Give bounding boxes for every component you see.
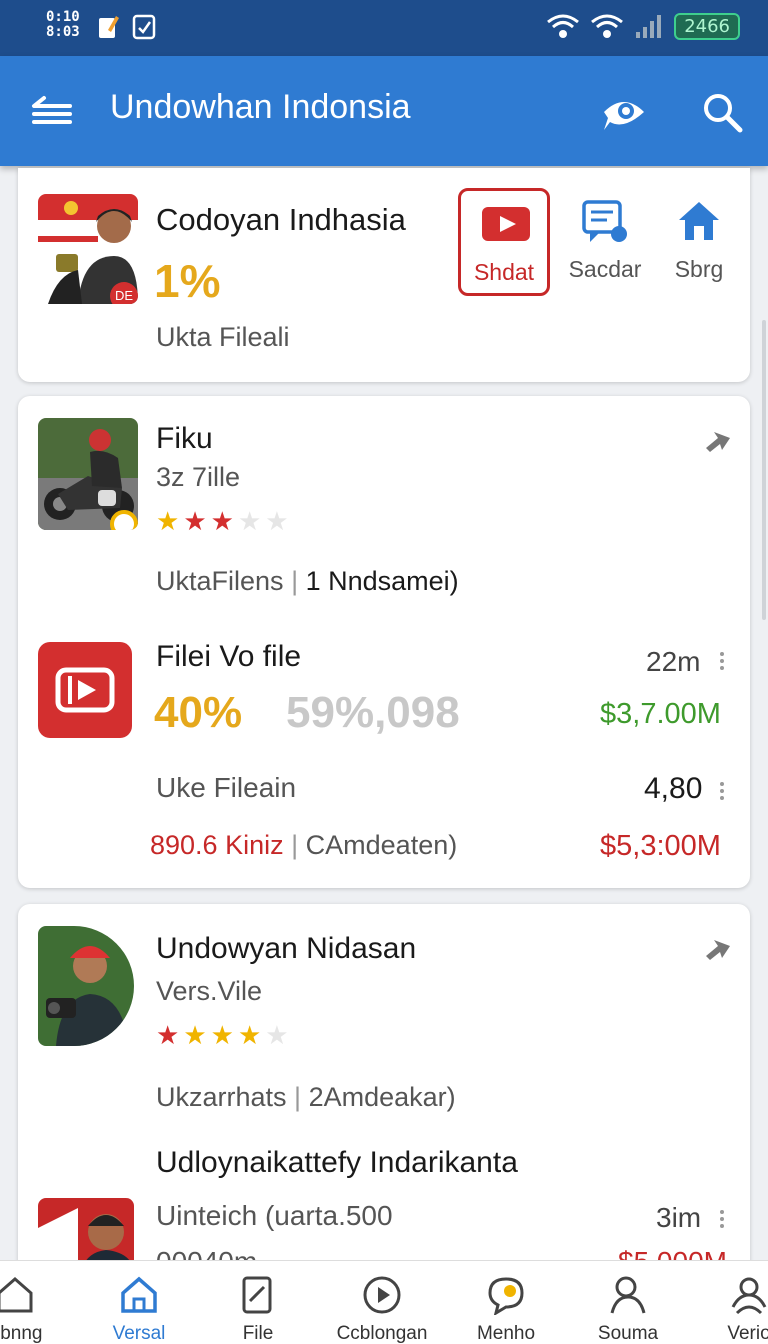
avatar: DE — [38, 194, 138, 304]
more-icon[interactable] — [718, 780, 726, 802]
app-bar: Undowhan Indonsia — [0, 56, 768, 166]
nav-item-file[interactable]: File — [203, 1261, 313, 1344]
sub-avatar — [38, 1198, 134, 1268]
star-icon: ★ — [156, 506, 180, 536]
chat-icon — [582, 200, 627, 242]
meta-left: Ukzarrhats — [156, 1082, 287, 1112]
channel-percent: 1% — [154, 255, 221, 307]
nav-label: Menho — [476, 1323, 536, 1344]
wifi-icon-2 — [591, 14, 624, 38]
nav-label: Souma — [597, 1323, 659, 1344]
nav-item-menho[interactable]: Menho — [451, 1261, 561, 1344]
file-amount: $3,7.00M — [600, 698, 721, 730]
channel-subtitle: Vers.Vile — [156, 976, 263, 1006]
star-rating: ★ ★ ★ ★ ★ — [156, 506, 289, 536]
meta-line: UktaFilens | 1 Nndsamei) — [156, 566, 459, 596]
nav-item-souma[interactable]: Souma — [573, 1261, 683, 1344]
star-icon: ★ — [237, 1020, 262, 1050]
channel-name: Undowyan Nidasan — [156, 932, 417, 965]
channel-name: Codoyan Indhasia — [156, 202, 406, 237]
chat-coin-icon — [488, 1277, 524, 1315]
home-outline-icon — [0, 1277, 33, 1313]
badge: DE — [110, 282, 138, 304]
home-button[interactable]: Sbrg — [660, 188, 738, 296]
home-label: Sbrg — [674, 256, 724, 282]
file-percent: 40% — [154, 688, 243, 737]
star-icon: ★ — [265, 506, 289, 536]
status-time: 0:10 8:03 — [46, 9, 80, 40]
file-label: Uke Fileain — [156, 772, 297, 803]
star-icon: ★ — [156, 1020, 180, 1050]
star-icon: ★ — [183, 506, 207, 536]
meta-left: UktaFilens — [156, 566, 284, 596]
video-play-icon — [482, 207, 530, 241]
chat-label: Sacdar — [568, 256, 642, 282]
wifi-icon — [547, 14, 580, 38]
eye-chat-icon[interactable] — [600, 90, 648, 134]
person-icon — [610, 1276, 646, 1314]
sub-line: Uinteich (uarta.500 — [156, 1200, 393, 1231]
nav-label: File — [242, 1323, 274, 1344]
nav-item-ebnng[interactable]: Ebnng — [0, 1261, 70, 1344]
share-arrow-icon[interactable] — [704, 428, 732, 454]
channel-card[interactable]: Fiku 3z 7ille ★ ★ ★ ★ ★ UktaFilens | 1 Nndsa… — [18, 396, 750, 888]
menu-icon[interactable] — [30, 92, 74, 132]
clipboard-icon — [132, 14, 156, 40]
channel-subtitle: Ukta Fileali — [156, 322, 290, 352]
share-arrow-icon[interactable] — [704, 936, 732, 962]
meta-line: Ukzarrhats | 2Amdeakar) — [156, 1082, 456, 1112]
nav-label: Verio — [727, 1323, 768, 1344]
channel-subtitle: 3z 7ille — [156, 462, 241, 492]
nav-label: Ccblongan — [336, 1323, 428, 1344]
file-count: 59%,098 — [286, 688, 460, 737]
app-title: Undowhan Indonsia — [110, 88, 411, 126]
nav-label: Versal — [112, 1323, 166, 1344]
star-icon: ★ — [237, 506, 262, 536]
nav-item-versal[interactable]: Versal — [84, 1261, 194, 1344]
battery-indicator: 2466 — [674, 12, 740, 40]
detail-line: 890.6 Kiniz | CAmdeaten) — [150, 830, 458, 860]
avatar — [38, 418, 138, 530]
nav-item-verio[interactable]: Verio — [694, 1261, 768, 1344]
sub-time: 3im — [656, 1202, 702, 1233]
search-icon[interactable] — [700, 90, 744, 134]
file-title: Filei Vo file — [156, 640, 302, 673]
scrollbar[interactable] — [762, 320, 766, 620]
more-icon[interactable] — [718, 1208, 726, 1230]
play-circle-icon — [363, 1276, 401, 1314]
watch-label: Shdat — [473, 259, 535, 285]
badge-icon — [110, 510, 138, 530]
sub-title: Udloynaikattefy Indarikanta — [156, 1146, 518, 1179]
file-time: 22m — [646, 646, 701, 677]
detail-mid: CAmdeaten) — [305, 830, 458, 860]
bottom-nav: Ebnng Versal File Ccblongan Menho Souma … — [0, 1260, 768, 1344]
more-icon[interactable] — [718, 650, 726, 672]
channel-name: Fiku — [156, 422, 213, 455]
nav-item-ccblongan[interactable]: Ccblongan — [327, 1261, 437, 1344]
file-value: 4,80 — [644, 772, 703, 805]
file-amount-red: $5,3:00M — [600, 830, 721, 862]
people-icon — [731, 1277, 767, 1315]
home-icon — [679, 202, 719, 240]
status-bar: 0:10 8:03 2466 — [0, 0, 768, 56]
star-icon: ★ — [210, 1020, 234, 1050]
signal-icon — [636, 15, 662, 38]
avatar — [38, 926, 134, 1046]
chat-button[interactable]: Sacdar — [564, 188, 646, 296]
home-icon — [121, 1276, 157, 1313]
nav-label: Ebnng — [0, 1323, 43, 1344]
meta-right: 1 Nndsamei) — [305, 566, 459, 596]
channel-card[interactable]: Undowyan Nidasan Vers.Vile ★ ★ ★ ★ ★ Ukzarrh… — [18, 904, 750, 1304]
star-icon: ★ — [183, 1020, 207, 1050]
star-icon: ★ — [265, 1020, 289, 1050]
file-icon — [242, 1276, 272, 1314]
star-icon: ★ — [210, 506, 234, 536]
edit-note-icon — [99, 16, 119, 38]
detail-left: 890.6 Kiniz — [150, 830, 284, 860]
channel-card[interactable]: DE Codoyan Indhasia 1% Ukta Fileali Shda… — [18, 168, 750, 382]
file-app-icon — [38, 642, 132, 738]
meta-right: 2Amdeakar) — [308, 1082, 456, 1112]
watch-button[interactable]: Shdat — [458, 188, 550, 296]
star-rating: ★ ★ ★ ★ ★ — [156, 1020, 289, 1050]
